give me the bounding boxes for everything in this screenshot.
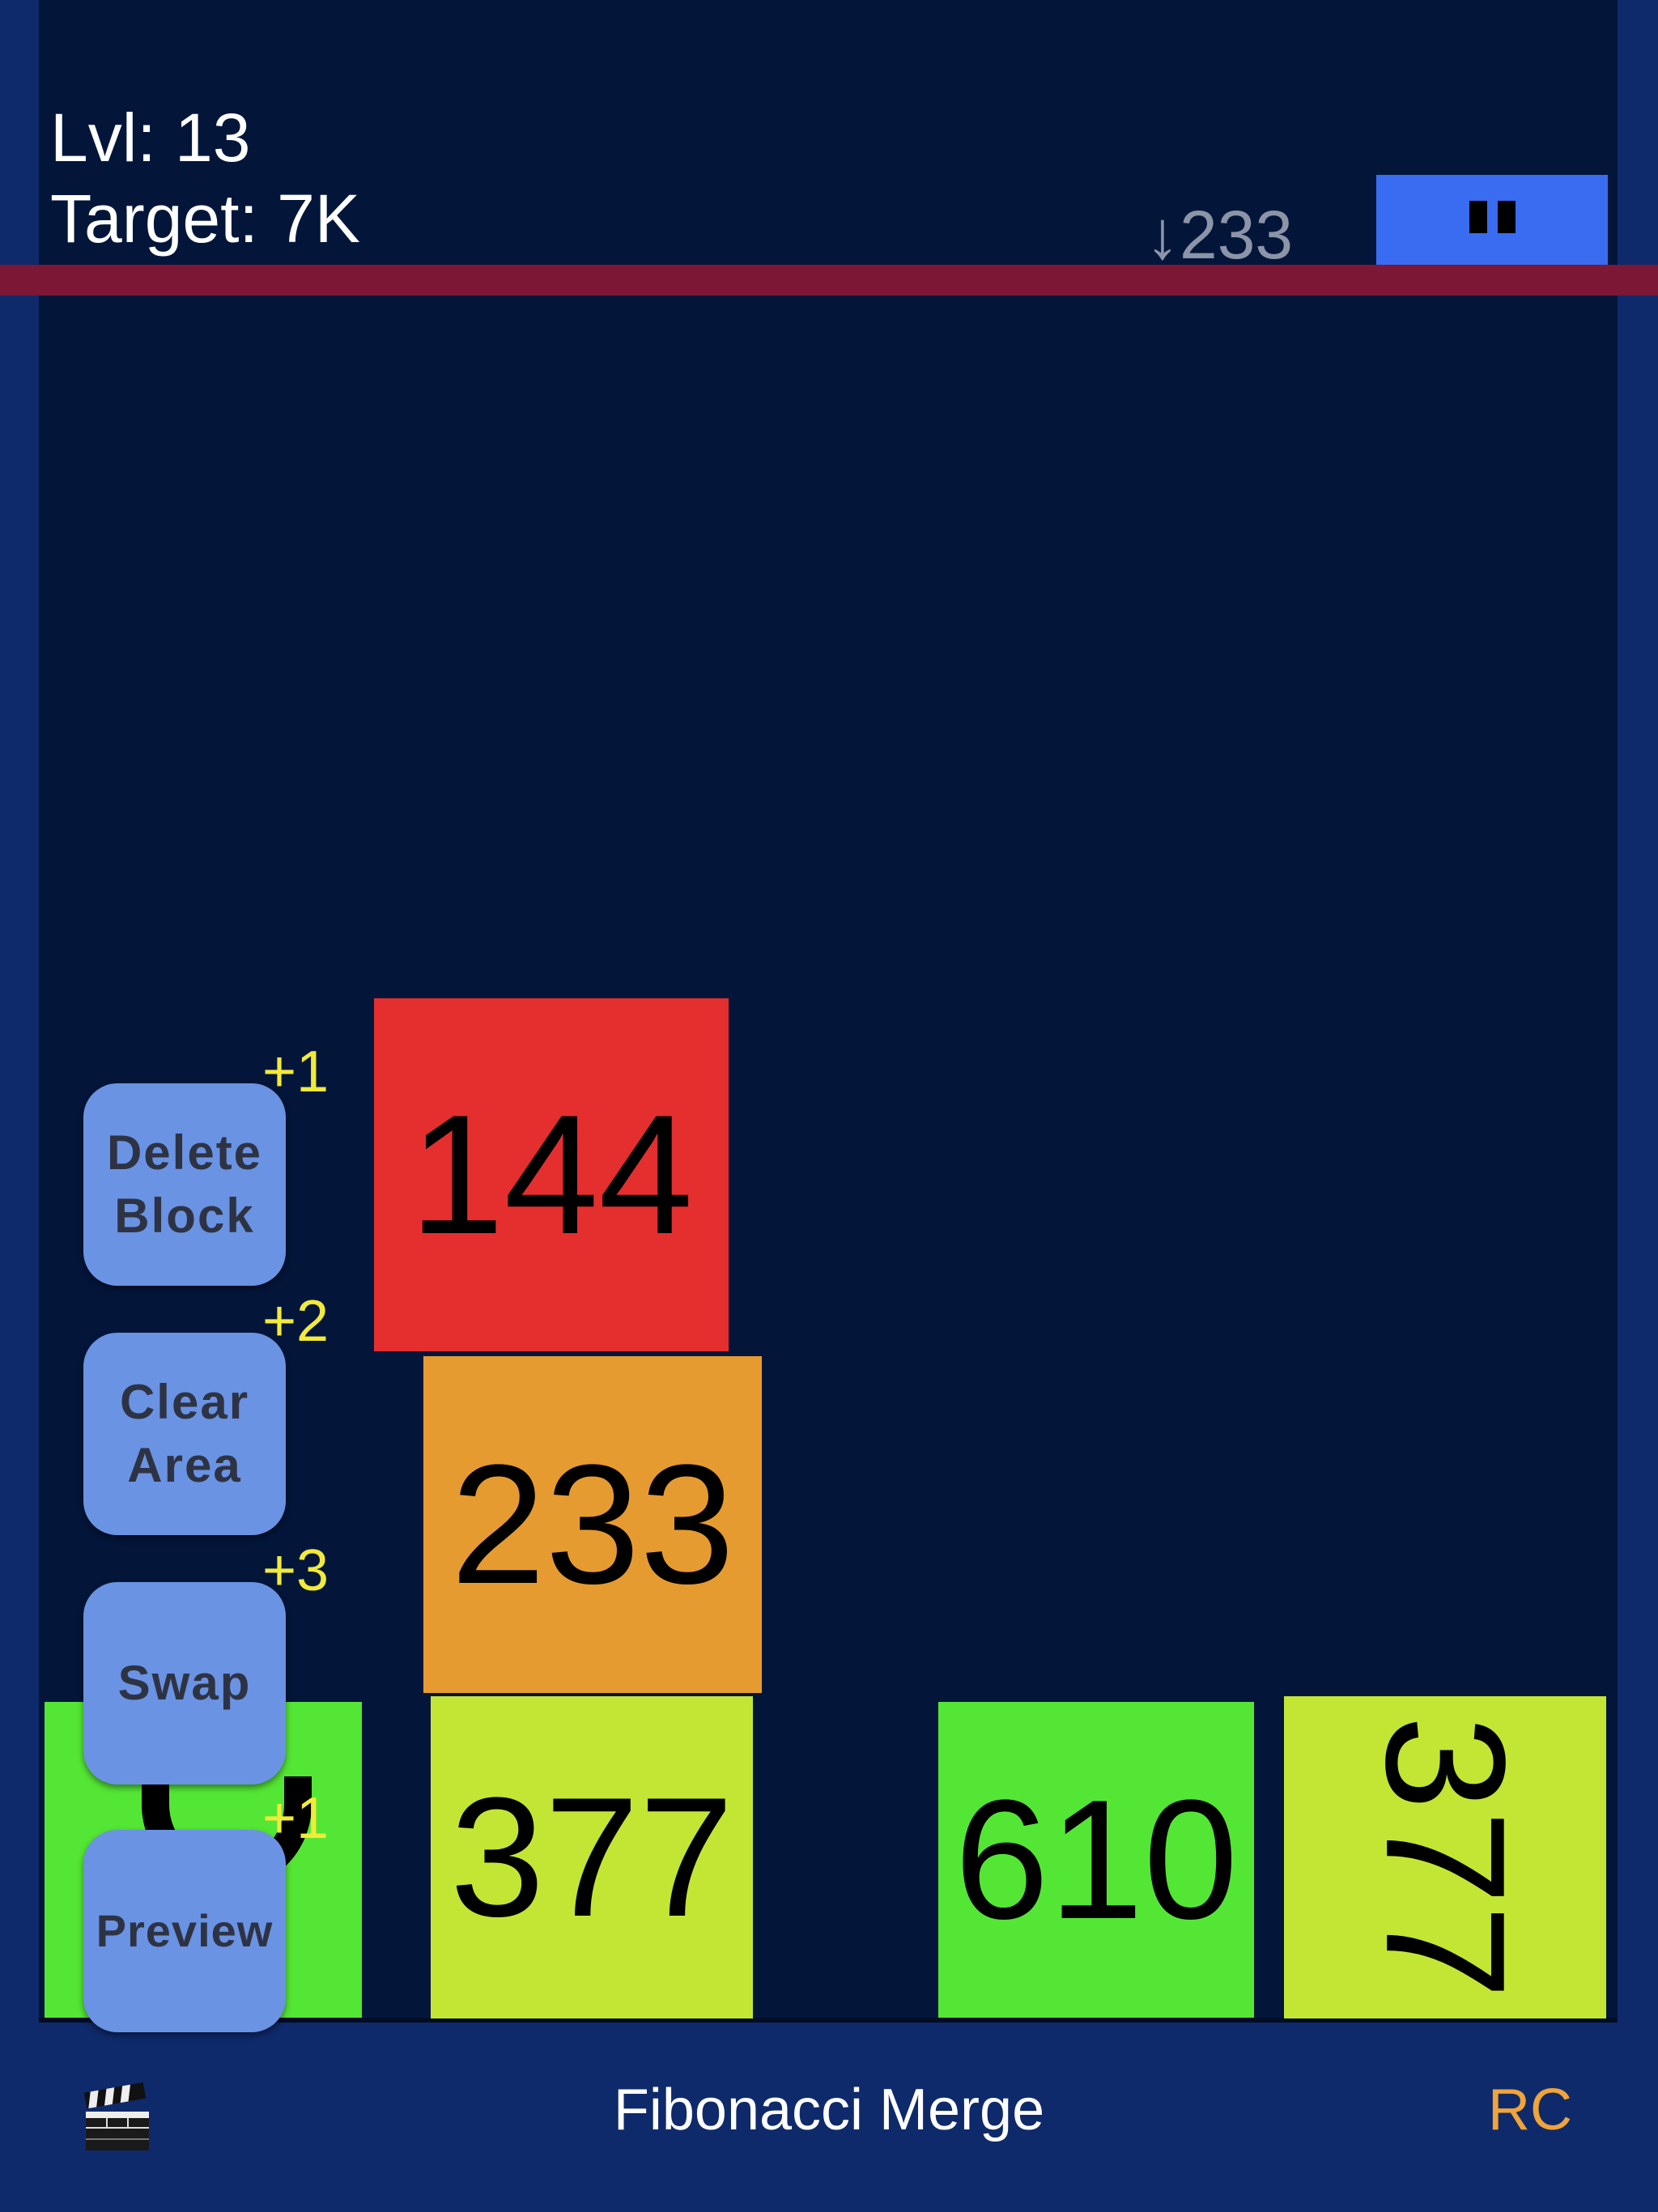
tile-377-rotated: 377 [1284, 1696, 1606, 2018]
tile-377: 377 [431, 1696, 753, 2018]
game-title: Fibonacci Merge [613, 2078, 1045, 2142]
next-block-indicator: ↓233 [1146, 197, 1294, 273]
powerup-label: Preview [96, 1904, 274, 1956]
level-label: Lvl: 13 [50, 100, 251, 176]
swap-button[interactable]: Swap [83, 1582, 286, 1784]
tile-610: 610 [938, 1702, 1254, 2018]
rc-link[interactable]: RC [1488, 2081, 1572, 2139]
tile-144: 144 [374, 998, 729, 1351]
game-frame: Lvl: 13 Target: 7K ↓233 144 233 377 610 … [0, 0, 1658, 2212]
tile-value: 144 [409, 1079, 694, 1270]
powerup-label: Swap [117, 1656, 252, 1710]
pause-button[interactable] [1376, 175, 1608, 266]
delete-block-button[interactable]: Delete Block [83, 1083, 286, 1286]
powerup-label: Clear [119, 1375, 250, 1429]
tile-233: 233 [423, 1356, 762, 1693]
tile-value: 377 [449, 1762, 734, 1952]
powerup-label: Block [114, 1189, 255, 1243]
tile-value: 233 [450, 1429, 735, 1619]
danger-line [0, 265, 1658, 296]
tile-value: 610 [954, 1764, 1239, 1955]
clear-area-button[interactable]: Clear Area [83, 1333, 286, 1535]
tile-value: 377 [1350, 1715, 1541, 2000]
preview-button[interactable]: Preview [83, 1830, 286, 2032]
powerup-label: Delete [106, 1125, 263, 1180]
powerup-label: Area [127, 1438, 242, 1492]
target-label: Target: 7K [50, 181, 360, 257]
